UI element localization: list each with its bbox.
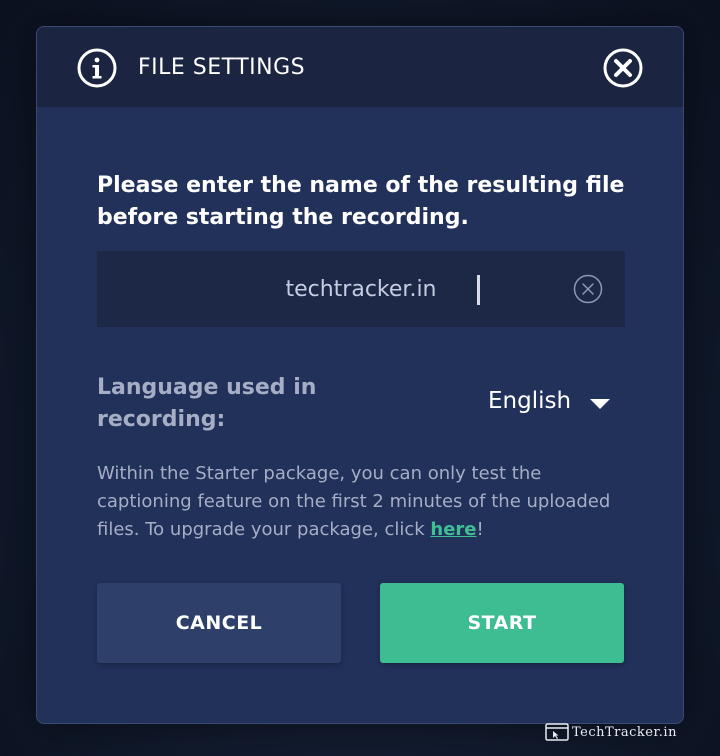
watermark: TechTracker.in [545,721,677,743]
close-button[interactable] [603,48,643,88]
filename-input[interactable] [97,251,625,327]
note-suffix: ! [476,519,484,540]
language-dropdown[interactable]: English [477,385,617,425]
filename-prompt: Please enter the name of the resulting f… [97,173,625,230]
dialog-title: FILE SETTINGS [138,55,306,80]
language-label: Language used in recording: [97,375,317,432]
cancel-button[interactable]: CANCEL [97,583,341,663]
note-text: Within the Starter package, you can only… [97,463,611,540]
language-value: English [488,388,572,414]
watermark-text: TechTracker.in [572,724,677,740]
start-button[interactable]: START [380,583,624,663]
browser-cursor-icon [545,723,569,741]
file-settings-dialog: FILE SETTINGS Please enter the name of t… [36,26,684,724]
upgrade-note: Within the Starter package, you can only… [97,460,617,544]
filename-field [97,251,625,327]
dialog-header: FILE SETTINGS [37,27,683,107]
info-icon [77,48,117,88]
text-cursor [477,275,480,305]
chevron-down-icon [590,399,610,409]
clear-icon[interactable] [573,274,603,304]
upgrade-link[interactable]: here [430,519,476,540]
